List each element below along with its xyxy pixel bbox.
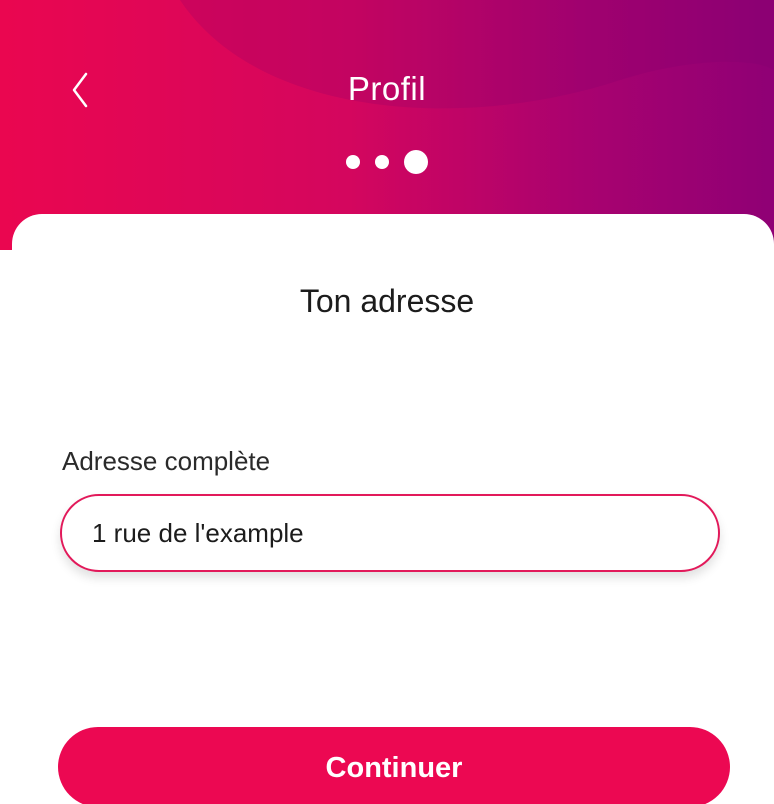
header: Profil [0, 0, 774, 250]
address-field-label: Adresse complète [62, 446, 271, 476]
address-input[interactable] [62, 496, 718, 570]
section-title: Ton adresse [299, 283, 475, 319]
step-dot-1 [346, 155, 360, 169]
step-dot-2 [375, 155, 389, 169]
step-dot-3-active [404, 150, 428, 174]
header-wave-decoration [180, 0, 774, 109]
profile-address-screen: Profil Ton adresse Adresse complète Cont… [0, 0, 774, 804]
page-title: Profil [347, 70, 427, 107]
continue-button[interactable]: Continuer [58, 727, 730, 804]
address-field [60, 494, 720, 572]
step-indicator [0, 150, 774, 174]
